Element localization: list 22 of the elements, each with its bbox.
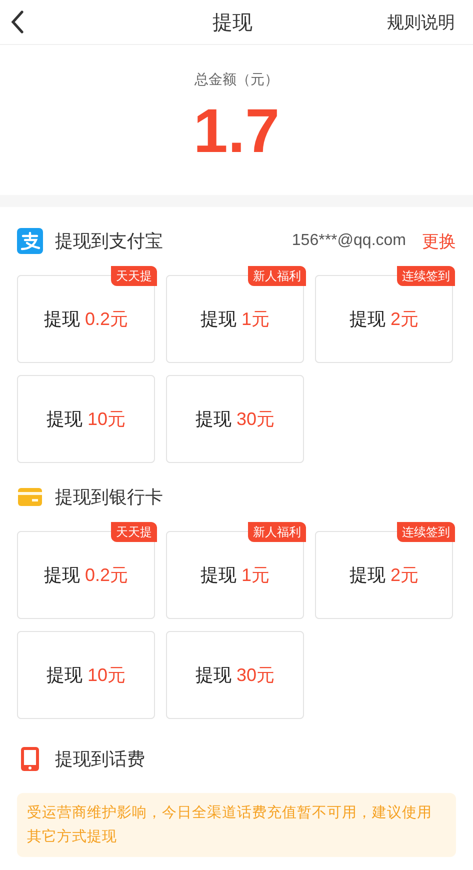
withdraw-option[interactable]: 提现 10元	[17, 375, 155, 463]
back-icon[interactable]	[10, 10, 24, 34]
promo-tag: 连续签到	[397, 266, 455, 286]
page-title: 提现	[212, 10, 252, 36]
withdraw-option[interactable]: 提现 30元	[166, 375, 304, 463]
rules-link[interactable]: 规则说明	[387, 10, 455, 34]
promo-tag: 天天提	[111, 522, 157, 542]
alipay-icon	[17, 228, 43, 254]
total-amount: 1.7	[193, 101, 280, 163]
account-text: 156***@qq.com	[292, 232, 406, 250]
notice-text: 受运营商维护影响，今日全渠道话费充值暂不可用，建议使用其它方式提现	[17, 793, 456, 857]
promo-tag: 连续签到	[397, 522, 455, 542]
section-title: 提现到支付宝	[55, 230, 163, 253]
promo-tag: 天天提	[111, 266, 157, 286]
section-title: 提现到话费	[55, 748, 145, 771]
section-title: 提现到银行卡	[55, 486, 163, 509]
change-link[interactable]: 更换	[422, 230, 456, 252]
promo-tag: 新人福利	[248, 266, 306, 286]
withdraw-option[interactable]: 提现 30元	[166, 631, 304, 719]
withdraw-option[interactable]: 提现 10元	[17, 631, 155, 719]
promo-tag: 新人福利	[248, 522, 306, 542]
total-label: 总金额（元）	[194, 71, 278, 89]
